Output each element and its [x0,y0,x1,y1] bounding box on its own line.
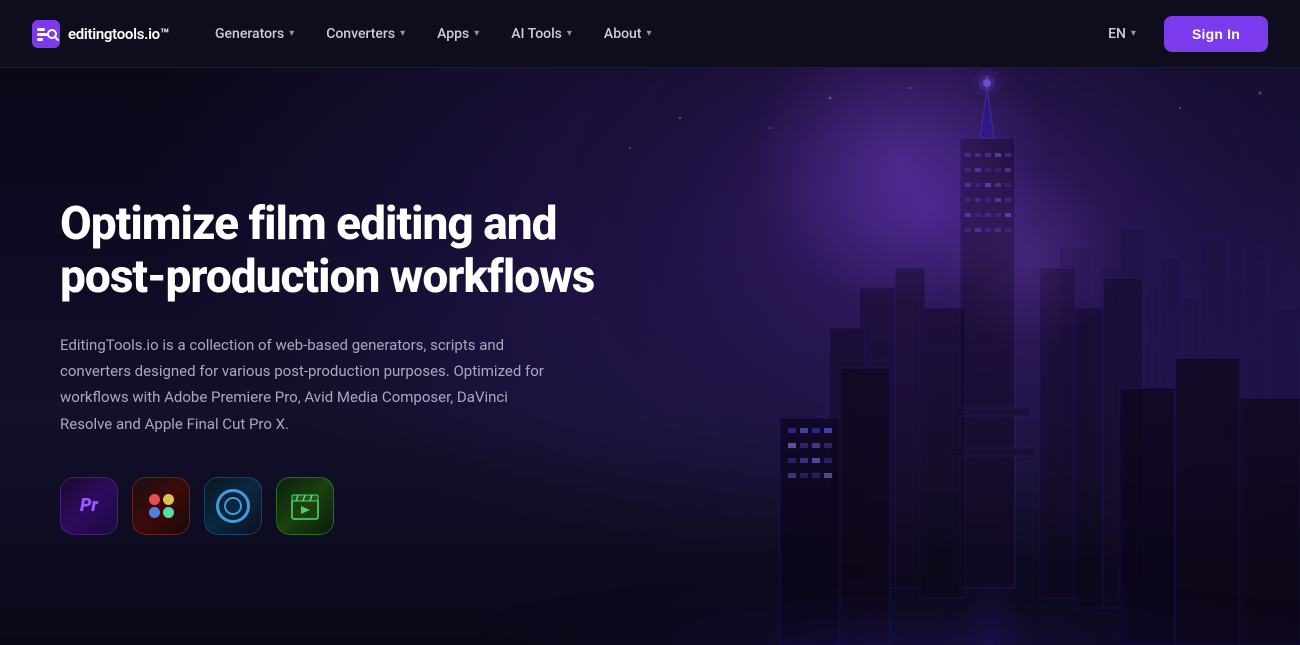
chevron-down-icon: ▾ [400,28,405,39]
chevron-down-icon: ▾ [567,28,572,39]
chevron-down-icon: ▾ [1131,28,1136,39]
app-icon-fcpx[interactable] [276,477,334,535]
app-icons-row: Pr [60,477,600,535]
navbar: editingtools.io™ Generators ▾ Converters… [0,0,1300,68]
nav-item-converters[interactable]: Converters ▾ [312,18,419,50]
chevron-down-icon: ▾ [289,28,294,39]
chevron-down-icon: ▾ [646,28,651,39]
app-icon-davinci-resolve[interactable] [132,477,190,535]
hero-content: Optimize film editing and post-productio… [60,198,600,535]
city-skyline [480,68,1300,645]
app-icon-avid[interactable] [204,477,262,535]
nav-item-about[interactable]: About ▾ [590,18,666,50]
app-icon-premiere-pro[interactable]: Pr [60,477,118,535]
hero-description: EditingTools.io is a collection of web-b… [60,332,550,437]
nav-item-apps[interactable]: Apps ▾ [423,18,493,50]
nav-right: EN ▾ Sign In [1096,16,1268,52]
nav-left: editingtools.io™ Generators ▾ Converters… [32,18,666,50]
logo-text: editingtools.io™ [68,25,169,43]
language-selector[interactable]: EN ▾ [1096,18,1148,50]
nav-items: Generators ▾ Converters ▾ Apps ▾ AI Tool… [201,18,666,50]
chevron-down-icon: ▾ [474,28,479,39]
sign-in-button[interactable]: Sign In [1164,16,1268,52]
hero-title: Optimize film editing and post-productio… [60,198,600,304]
hero-section: Optimize film editing and post-productio… [0,68,1300,645]
logo-link[interactable]: editingtools.io™ [32,20,169,48]
nav-item-generators[interactable]: Generators ▾ [201,18,308,50]
nav-item-aitools[interactable]: AI Tools ▾ [497,18,586,50]
